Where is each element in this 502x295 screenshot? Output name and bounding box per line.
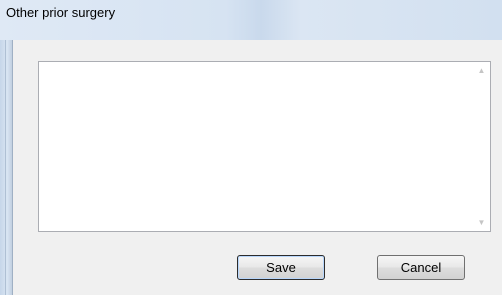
- window-title: Other prior surgery: [6, 5, 116, 20]
- scroll-up-arrow-icon[interactable]: ▲: [473, 62, 490, 79]
- title-bar: Other prior surgery: [0, 0, 502, 40]
- save-button[interactable]: Save: [237, 255, 325, 280]
- vertical-scrollbar[interactable]: ▲ ▼: [473, 62, 490, 231]
- surgery-text-input[interactable]: [39, 62, 472, 231]
- surgery-text-box: ▲ ▼: [38, 61, 491, 232]
- dialog-client-area: ▲ ▼ Save Cancel: [13, 40, 502, 295]
- scroll-down-arrow-icon[interactable]: ▼: [473, 214, 490, 231]
- window-left-border: [0, 40, 13, 295]
- cancel-button[interactable]: Cancel: [377, 255, 465, 280]
